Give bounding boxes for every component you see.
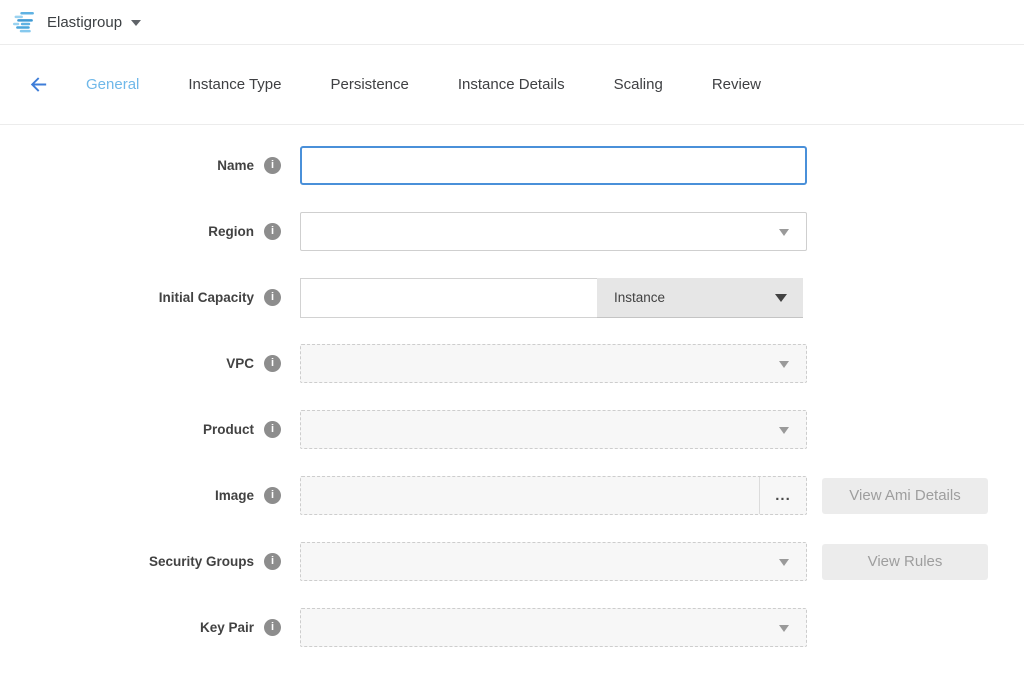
security-groups-row: Security Groups i View Rules (0, 542, 1024, 581)
elastigroup-logo-icon (13, 11, 36, 34)
caret-down-icon (775, 294, 787, 302)
vpc-label: VPC (226, 356, 254, 371)
image-input[interactable]: ... (300, 476, 807, 515)
caret-down-icon (779, 361, 789, 368)
caret-down-icon (779, 625, 789, 632)
top-app-bar: Elastigroup (0, 0, 1024, 45)
caret-down-icon (779, 427, 789, 434)
view-rules-button[interactable]: View Rules (822, 544, 988, 580)
name-row: Name i (0, 146, 1024, 185)
product-row: Product i (0, 410, 1024, 449)
key-pair-row: Key Pair i (0, 608, 1024, 647)
arrow-left-icon (27, 73, 50, 96)
tab-instance-type[interactable]: Instance Type (186, 72, 283, 97)
vpc-info-icon[interactable]: i (264, 355, 281, 372)
name-input[interactable] (300, 146, 807, 185)
region-info-icon[interactable]: i (264, 223, 281, 240)
app-switcher-label[interactable]: Elastigroup (47, 14, 122, 31)
wizard-tab-bar: General Instance Type Persistence Instan… (0, 45, 1024, 125)
initial-capacity-input[interactable] (300, 278, 597, 318)
image-browse-button[interactable]: ... (759, 477, 806, 514)
tab-general[interactable]: General (84, 72, 141, 97)
capacity-unit-select[interactable]: Instance (597, 278, 803, 318)
initial-capacity-row: Initial Capacity i Instance (0, 278, 1024, 317)
name-info-icon[interactable]: i (264, 157, 281, 174)
name-label: Name (217, 158, 254, 173)
region-select[interactable] (300, 212, 807, 251)
key-pair-select[interactable] (300, 608, 807, 647)
security-groups-info-icon[interactable]: i (264, 553, 281, 570)
vpc-row: VPC i (0, 344, 1024, 383)
tab-list: General Instance Type Persistence Instan… (84, 72, 763, 97)
product-select[interactable] (300, 410, 807, 449)
security-groups-select[interactable] (300, 542, 807, 581)
caret-down-icon (779, 559, 789, 566)
back-button[interactable] (16, 73, 60, 96)
tab-review[interactable]: Review (710, 72, 763, 97)
initial-capacity-info-icon[interactable]: i (264, 289, 281, 306)
security-groups-label: Security Groups (149, 554, 254, 569)
product-label: Product (203, 422, 254, 437)
initial-capacity-label: Initial Capacity (159, 290, 254, 305)
region-row: Region i (0, 212, 1024, 251)
general-settings-form: Name i Region i Initial Capacity i Insta… (0, 125, 1024, 647)
key-pair-info-icon[interactable]: i (264, 619, 281, 636)
tab-scaling[interactable]: Scaling (612, 72, 665, 97)
image-label: Image (215, 488, 254, 503)
product-info-icon[interactable]: i (264, 421, 281, 438)
tab-instance-details[interactable]: Instance Details (456, 72, 567, 97)
caret-down-icon (779, 229, 789, 236)
view-ami-details-button[interactable]: View Ami Details (822, 478, 988, 514)
tab-persistence[interactable]: Persistence (329, 72, 411, 97)
region-label: Region (208, 224, 254, 239)
app-switcher-caret-icon[interactable] (131, 20, 141, 26)
image-row: Image i ... View Ami Details (0, 476, 1024, 515)
image-info-icon[interactable]: i (264, 487, 281, 504)
vpc-select[interactable] (300, 344, 807, 383)
capacity-unit-value: Instance (614, 290, 665, 305)
key-pair-label: Key Pair (200, 620, 254, 635)
